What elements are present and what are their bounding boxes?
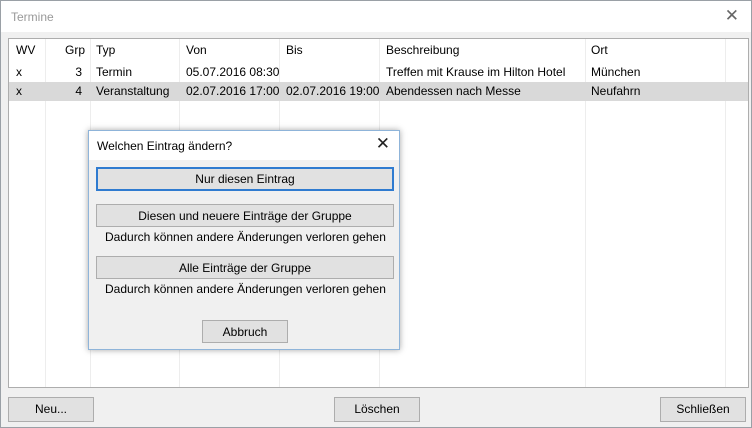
cell-von: 02.07.2016 17:00: [186, 84, 280, 98]
cell-ort: Neufahrn: [591, 84, 641, 98]
dialog-title: Welchen Eintrag ändern?: [97, 139, 233, 153]
title-bar: Termine ✕: [1, 1, 751, 32]
column-header-von[interactable]: Von: [186, 41, 207, 60]
cell-beschreibung: Treffen mit Krause im Hilton Hotel: [386, 65, 566, 79]
column-header-wv[interactable]: WV: [16, 41, 35, 60]
window-close-icon[interactable]: ✕: [725, 7, 739, 24]
new-button[interactable]: Neu...: [8, 397, 94, 422]
close-button[interactable]: Schließen: [660, 397, 746, 422]
change-entry-dialog: Welchen Eintrag ändern? ✕ Nur diesen Ein…: [88, 130, 400, 350]
only-this-entry-button[interactable]: Nur diesen Eintrag: [96, 167, 394, 191]
column-header-bis[interactable]: Bis: [286, 41, 303, 60]
cell-grp: 4: [75, 84, 82, 98]
cell-beschreibung: Abendessen nach Messe: [386, 84, 521, 98]
column-header-ort[interactable]: Ort: [591, 41, 608, 60]
cell-typ: Termin: [96, 65, 133, 79]
column-header-beschreibung[interactable]: Beschreibung: [386, 41, 459, 60]
window-title: Termine: [11, 10, 54, 24]
column-header-typ[interactable]: Typ: [96, 41, 115, 60]
cell-ort: München: [591, 65, 641, 79]
column-header-grp[interactable]: Grp: [49, 41, 85, 60]
this-and-newer-warning: Dadurch können andere Änderungen verlore…: [105, 230, 386, 244]
cell-grp: 3: [75, 65, 82, 79]
dialog-close-icon[interactable]: ✕: [376, 135, 390, 152]
cancel-button[interactable]: Abbruch: [202, 320, 288, 343]
cell-von: 05.07.2016 08:30: [186, 65, 280, 79]
cell-wv: x: [16, 65, 22, 79]
cell-wv: x: [16, 84, 22, 98]
all-entries-warning: Dadurch können andere Änderungen verlore…: [105, 282, 386, 296]
cell-bis: 02.07.2016 19:00: [286, 84, 380, 98]
delete-button[interactable]: Löschen: [334, 397, 420, 422]
all-entries-button[interactable]: Alle Einträge der Gruppe: [96, 256, 394, 279]
cell-typ: Veranstaltung: [96, 84, 170, 98]
this-and-newer-entries-button[interactable]: Diesen und neuere Einträge der Gruppe: [96, 204, 394, 227]
dialog-title-bar: Welchen Eintrag ändern? ✕: [89, 131, 399, 160]
